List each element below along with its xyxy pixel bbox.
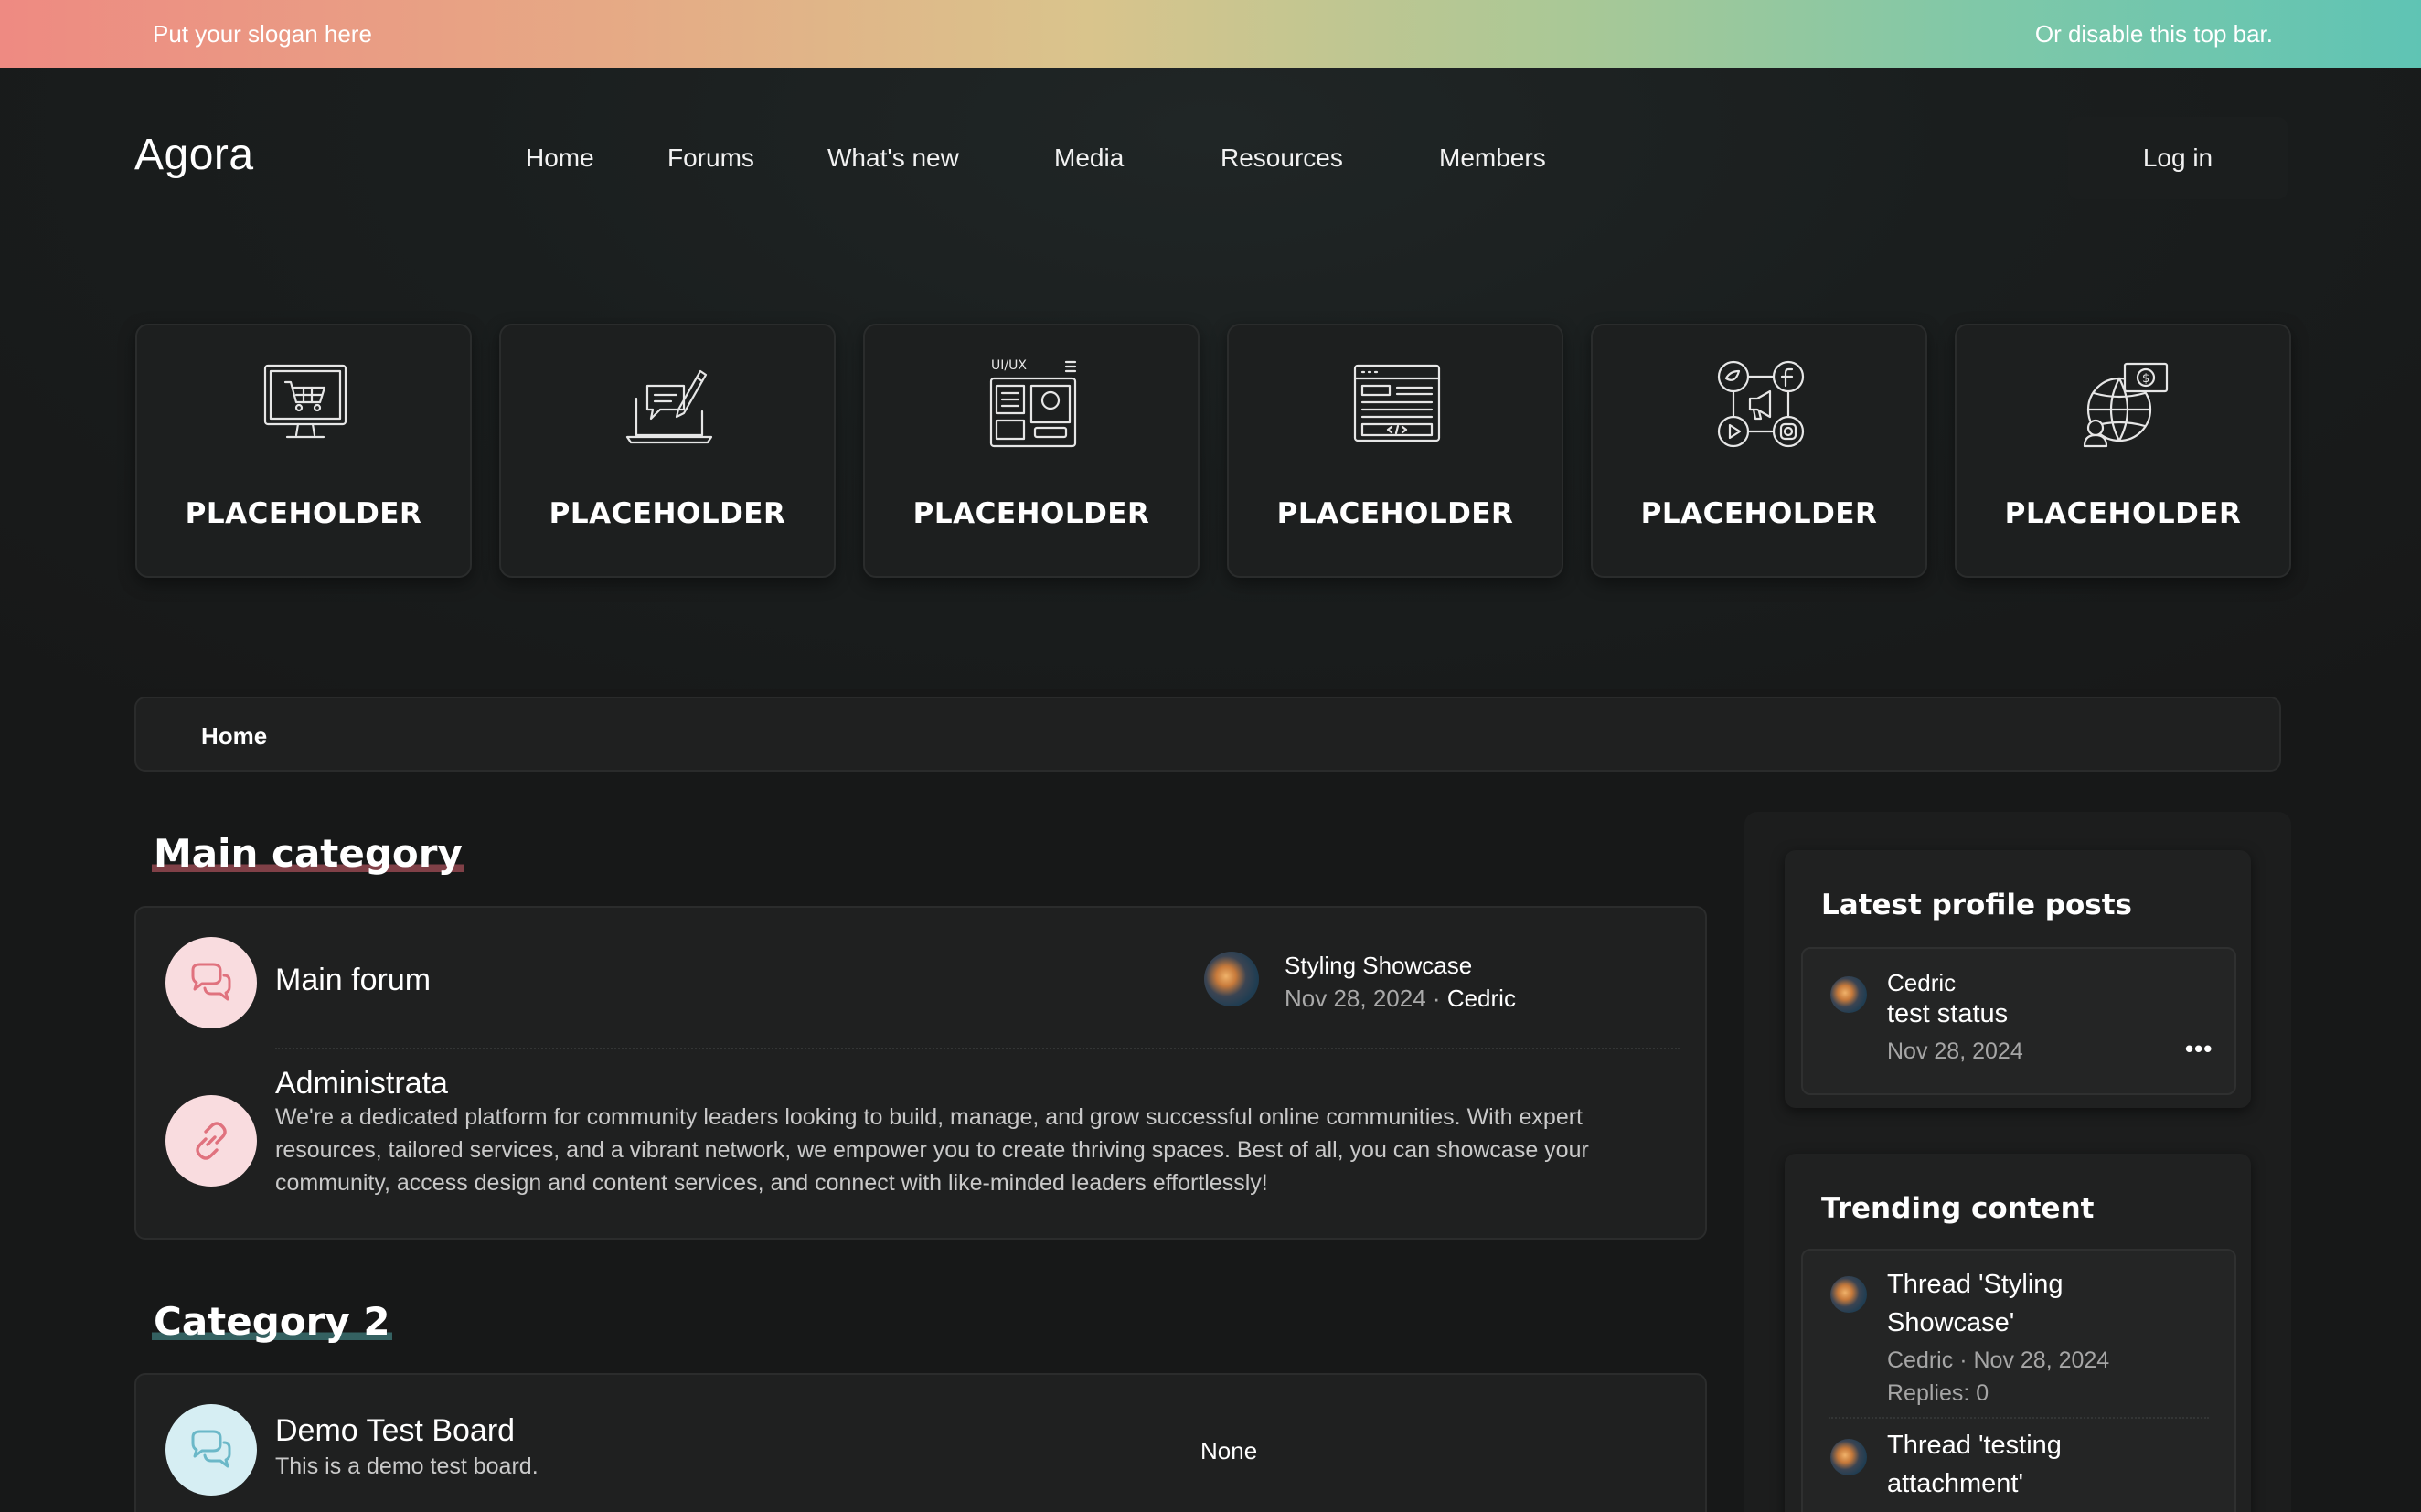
category-block-2: Demo Test Board This is a demo test boar… — [134, 1373, 1707, 1512]
widget-title: Trending content — [1821, 1192, 2095, 1225]
trending-item-title[interactable]: Thread 'testing attachment' — [1887, 1426, 2125, 1503]
slogan: Put your slogan here — [153, 19, 372, 48]
nav-resources[interactable]: Resources — [1221, 144, 1343, 173]
profile-post-date[interactable]: Nov 28, 2024 — [1887, 1038, 2023, 1065]
top-bar-note: Or disable this top bar. — [2034, 19, 2273, 48]
nav-whats-new[interactable]: What's new — [827, 144, 959, 173]
top-bar: Put your slogan here Or disable this top… — [0, 0, 2421, 68]
more-options-icon[interactable]: ••• — [2185, 1035, 2213, 1063]
category-title-main[interactable]: Main category — [152, 831, 464, 876]
feature-card-6[interactable]: $ PLACEHOLDER — [1955, 324, 2291, 578]
list-divider — [1829, 1417, 2209, 1419]
avatar[interactable] — [1830, 1276, 1867, 1313]
forum-node-icon — [165, 1095, 257, 1187]
shopping-cart-monitor-icon — [263, 364, 347, 439]
meta-separator: · — [1959, 1347, 1968, 1373]
latest-profile-posts-widget: Latest profile posts Cedric test status … — [1785, 850, 2251, 1108]
trending-item-user[interactable]: Cedric — [1887, 1347, 1953, 1373]
ui-ux-layout-icon: UI/UX — [989, 358, 1077, 448]
feature-card-1[interactable]: PLACEHOLDER — [135, 324, 472, 578]
trending-item-title[interactable]: Thread 'Styling Showcase' — [1887, 1265, 2125, 1342]
latest-post-meta: Nov 28, 2024 · Cedric — [1285, 985, 1516, 1013]
feature-card-label: PLACEHOLDER — [1276, 497, 1514, 530]
sidebar: Latest profile posts Cedric test status … — [1744, 812, 2291, 1512]
latest-post-none: None — [1200, 1437, 1258, 1464]
laptop-chat-pen-icon — [625, 369, 713, 444]
meta-separator: · — [1432, 985, 1441, 1012]
site-logo[interactable]: Agora — [134, 130, 254, 180]
feature-card-label: PLACEHOLDER — [912, 497, 1150, 530]
svg-text:$: $ — [2142, 372, 2149, 386]
link-icon — [196, 1122, 227, 1160]
chat-bubbles-icon — [191, 1430, 231, 1468]
forum-node-title[interactable]: Administrata — [275, 1066, 448, 1102]
forum-node-title[interactable]: Main forum — [275, 963, 431, 998]
feature-card-label: PLACEHOLDER — [2004, 497, 2242, 530]
nav-members[interactable]: Members — [1439, 144, 1546, 173]
forum-node-administrata[interactable]: Administrata We're a dedicated platform … — [136, 1049, 1705, 1240]
feature-card-2[interactable]: PLACEHOLDER — [499, 324, 836, 578]
login-button[interactable]: Log in — [2068, 117, 2288, 199]
login-label: Log in — [2142, 144, 2213, 172]
category-title-2[interactable]: Category 2 — [152, 1299, 392, 1344]
feature-card-4[interactable]: PLACEHOLDER — [1227, 324, 1563, 578]
feature-card-3[interactable]: UI/UX PLACEHOLDER — [863, 324, 1200, 578]
forum-node-icon — [165, 1404, 257, 1496]
svg-text:UI/UX: UI/UX — [991, 358, 1027, 373]
feature-card-label: PLACEHOLDER — [1640, 497, 1878, 530]
latest-post-date: Nov 28, 2024 — [1285, 985, 1426, 1012]
widget-title: Latest profile posts — [1821, 889, 2132, 921]
trending-item-meta: Cedric · Nov 28, 2024 — [1887, 1347, 2109, 1374]
latest-thread-link[interactable]: Styling Showcase — [1285, 952, 1472, 980]
profile-post-text: test status — [1887, 999, 2009, 1028]
forum-node-main[interactable]: Main forum Styling Showcase Nov 28, 2024… — [136, 908, 1705, 1048]
breadcrumb: Home — [134, 697, 2281, 772]
trending-item-date: Nov 28, 2024 — [1973, 1347, 2110, 1373]
latest-post-avatar[interactable] — [1204, 952, 1259, 1006]
forum-node-title[interactable]: Demo Test Board — [275, 1413, 515, 1449]
profile-post-item[interactable]: Cedric test status Nov 28, 2024 ••• — [1801, 947, 2236, 1095]
trending-item-replies: Replies: 0 — [1887, 1380, 1989, 1406]
profile-post-user[interactable]: Cedric — [1887, 969, 1956, 997]
trending-content-widget: Trending content Thread 'Styling Showcas… — [1785, 1154, 2251, 1512]
trending-list: Thread 'Styling Showcase' Cedric · Nov 2… — [1801, 1249, 2236, 1512]
avatar[interactable] — [1830, 976, 1867, 1013]
feature-card-label: PLACEHOLDER — [549, 497, 786, 530]
avatar[interactable] — [1830, 1439, 1867, 1475]
social-media-network-icon — [1717, 360, 1805, 448]
nav-home[interactable]: Home — [526, 144, 594, 173]
nav-forums[interactable]: Forums — [667, 144, 754, 173]
breadcrumb-home[interactable]: Home — [201, 722, 267, 751]
latest-post-user[interactable]: Cedric — [1447, 985, 1516, 1012]
forum-node-description: This is a demo test board. — [275, 1453, 539, 1479]
chat-bubbles-icon — [191, 963, 231, 1001]
feature-card-label: PLACEHOLDER — [185, 497, 422, 530]
feature-card-5[interactable]: PLACEHOLDER — [1591, 324, 1927, 578]
globe-money-icon: $ — [2083, 362, 2169, 448]
category-block-main: Main forum Styling Showcase Nov 28, 2024… — [134, 906, 1707, 1240]
code-window-icon — [1353, 364, 1441, 442]
nav-media[interactable]: Media — [1054, 144, 1124, 173]
forum-node-demo[interactable]: Demo Test Board This is a demo test boar… — [136, 1375, 1705, 1512]
forum-node-icon — [165, 937, 257, 1028]
forum-node-description: We're a dedicated platform for community… — [275, 1104, 1589, 1196]
